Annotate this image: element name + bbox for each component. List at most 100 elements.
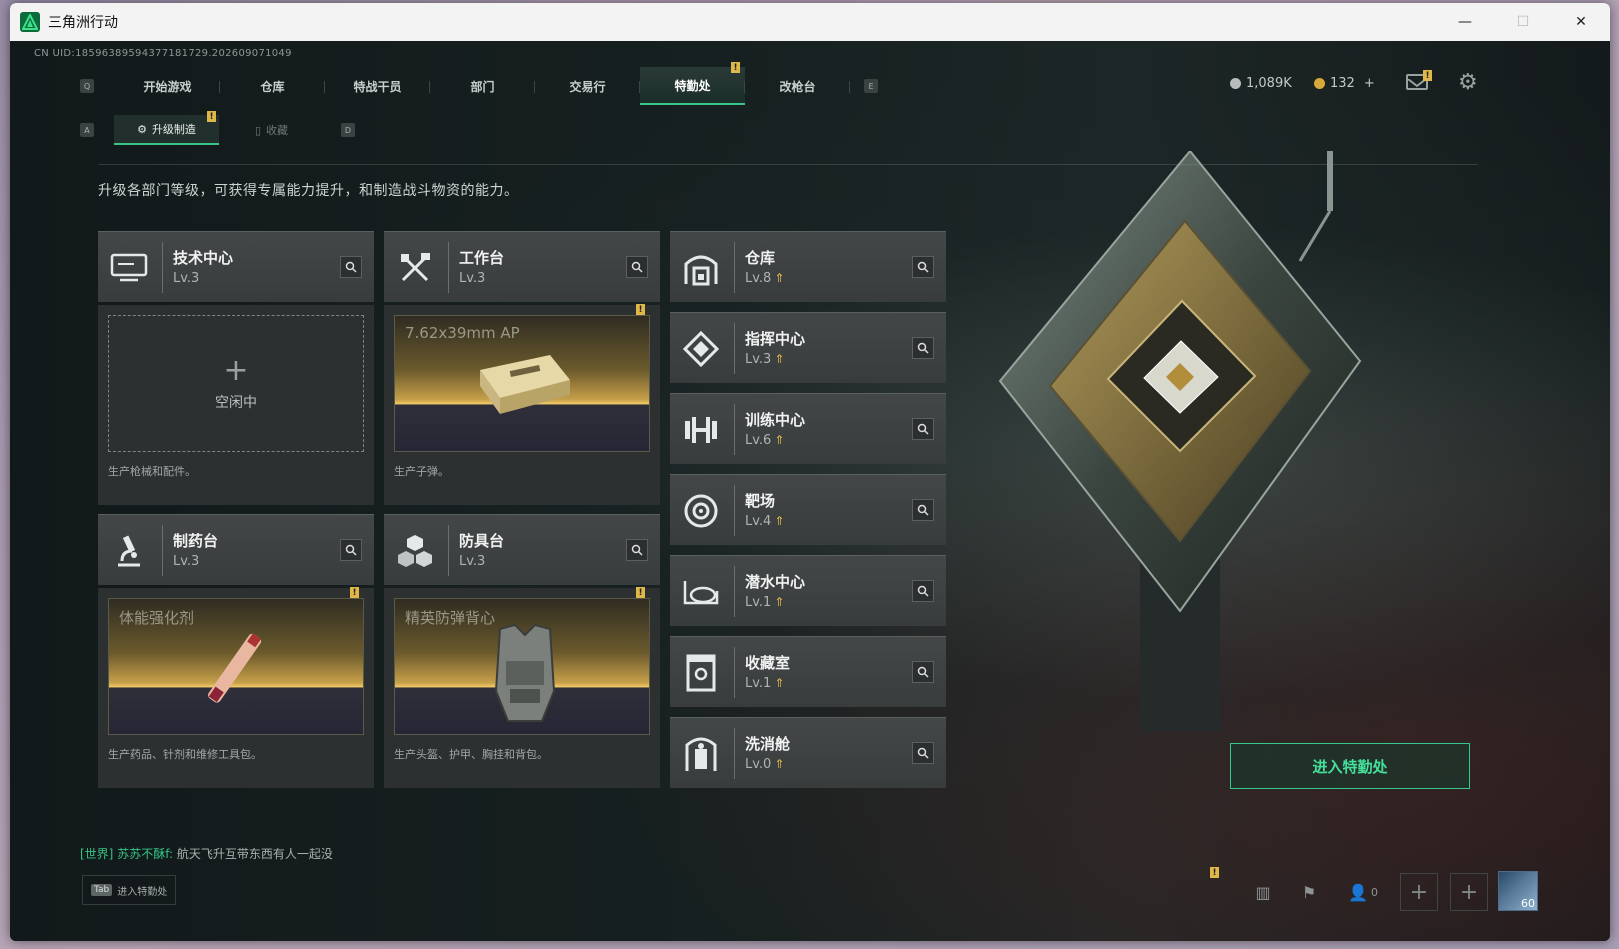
search-icon[interactable]: [912, 661, 934, 683]
stats-chart-icon[interactable]: ▥: [1246, 875, 1280, 909]
crafting-item-name: 体能强化剂: [119, 609, 195, 627]
tab-shortcut-hint[interactable]: Tab 进入特勤处: [82, 875, 176, 905]
dept-card-tech-center[interactable]: 技术中心 Lv.3: [98, 231, 374, 302]
idle-text: 空闲中: [215, 394, 257, 411]
app-logo-icon: [20, 12, 40, 32]
add-slot-button-2[interactable]: +: [1450, 873, 1488, 911]
tab-gunsmith[interactable]: 改枪台: [745, 67, 850, 105]
crafting-item-box[interactable]: 体能强化剂: [108, 598, 364, 735]
dept-card-workbench[interactable]: 工作台 Lv.3: [384, 231, 660, 302]
search-icon[interactable]: [912, 418, 934, 440]
production-slot-workbench[interactable]: 7.62x39mm AP ! 生产子弹。: [384, 304, 660, 505]
sub-nav: ⚙ 升级制造 ▯ 收藏: [114, 115, 324, 145]
target-icon: [680, 490, 722, 532]
vest-icon: [494, 623, 556, 722]
upgrade-arrow-icon: ⇑: [774, 271, 785, 285]
add-currency-button[interactable]: +: [1364, 76, 1375, 91]
dept-card-collection-room[interactable]: 收藏室 Lv.1 ⇑: [670, 636, 946, 707]
idle-slot[interactable]: + 空闲中: [108, 315, 364, 452]
upgrade-arrow-icon: ⇑: [774, 757, 785, 771]
plus-icon: +: [223, 352, 249, 388]
search-icon[interactable]: [626, 256, 648, 278]
subtab-upgrade-craft[interactable]: ⚙ 升级制造: [114, 115, 219, 145]
maximize-button[interactable]: ☐: [1494, 3, 1552, 41]
dept-level: Lv.3: [459, 271, 486, 286]
collection-icon: [680, 652, 722, 694]
monitor-icon: [108, 247, 150, 289]
warehouse-icon: [680, 247, 722, 289]
search-icon[interactable]: [340, 256, 362, 278]
search-icon[interactable]: [912, 256, 934, 278]
chat-sender[interactable]: 苏苏不酥f:: [117, 847, 173, 861]
dept-name: 仓库: [745, 249, 776, 267]
close-button[interactable]: ✕: [1552, 3, 1610, 41]
subtab-collection[interactable]: ▯ 收藏: [219, 115, 324, 145]
dept-name: 防具台: [459, 532, 505, 550]
chat-channel: [世界]: [80, 847, 114, 861]
search-icon[interactable]: [912, 742, 934, 764]
silver-amount: 1,089K: [1246, 76, 1292, 91]
syringe-icon: [208, 633, 262, 703]
settings-gear-icon[interactable]: ⚙: [1458, 71, 1482, 95]
friends-icon[interactable]: 👤 0: [1338, 875, 1388, 909]
chat-message: 航天飞升互带东西有人一起没: [176, 847, 333, 861]
dept-card-training-center[interactable]: 训练中心 Lv.6 ⇑: [670, 393, 946, 464]
search-icon[interactable]: [912, 580, 934, 602]
bottom-toolbar: ▥ ⚑ 👤 0 + +: [1246, 873, 1488, 911]
ready-badge: !: [636, 304, 645, 315]
dept-name: 收藏室: [745, 654, 791, 672]
production-slot-tech-center[interactable]: + 空闲中 生产枪械和配件。: [98, 305, 374, 505]
command-icon: [680, 328, 722, 370]
minimize-button[interactable]: —: [1436, 3, 1494, 41]
gold-currency[interactable]: 132 +: [1314, 76, 1375, 91]
dept-card-storage[interactable]: 仓库 Lv.8 ⇑: [670, 231, 946, 302]
tab-hint-label: 进入特勤处: [117, 886, 168, 898]
search-icon[interactable]: [626, 539, 648, 561]
crafting-item-box[interactable]: 7.62x39mm AP: [394, 315, 650, 452]
decon-icon: [680, 733, 722, 775]
production-caption: 生产药品、针剂和维修工具包。: [108, 748, 262, 761]
search-icon[interactable]: [912, 499, 934, 521]
flag-icon[interactable]: ⚑: [1292, 875, 1326, 909]
upgrade-arrow-icon: ⇑: [774, 595, 785, 609]
diving-mask-icon: [680, 571, 722, 613]
crafting-item-box[interactable]: 精英防弹背心: [394, 598, 650, 735]
search-icon[interactable]: [912, 337, 934, 359]
tab-operators[interactable]: 特战干员: [325, 67, 430, 105]
title-bar: 三角洲行动 — ☐ ✕: [10, 3, 1610, 41]
tab-start-game[interactable]: 开始游戏: [115, 67, 220, 105]
mail-alert-badge: !: [1423, 70, 1432, 81]
add-slot-button-1[interactable]: +: [1400, 873, 1438, 911]
dept-card-decon-chamber[interactable]: 洗消舱 Lv.0 ⇑: [670, 717, 946, 788]
tab-special-ops[interactable]: 特勤处: [640, 67, 745, 105]
upgrade-alert-badge: !: [207, 111, 216, 122]
tab-department[interactable]: 部门: [430, 67, 535, 105]
dept-level: Lv.3: [173, 271, 200, 286]
special-ops-hologram: [998, 151, 1362, 731]
dept-card-pharmacy[interactable]: 制药台 Lv.3: [98, 514, 374, 585]
production-caption: 生产子弹。: [394, 465, 449, 478]
tab-warehouse[interactable]: 仓库: [220, 67, 325, 105]
tab-market[interactable]: 交易行: [535, 67, 640, 105]
dept-card-diving-center[interactable]: 潜水中心 Lv.1 ⇑: [670, 555, 946, 626]
enter-special-ops-button[interactable]: 进入特勤处: [1230, 743, 1470, 789]
dept-level: Lv.4: [745, 514, 772, 529]
player-avatar[interactable]: 60: [1498, 871, 1538, 911]
crafting-item-name: 7.62x39mm AP: [405, 324, 520, 342]
production-caption: 生产枪械和配件。: [108, 465, 196, 478]
friends-count: 0: [1370, 885, 1378, 899]
ammo-box-icon: [480, 355, 570, 414]
gold-amount: 132: [1330, 76, 1355, 91]
production-slot-pharmacy[interactable]: 体能强化剂 ! 生产药品、针剂和维修工具包。: [98, 587, 374, 788]
subtab-collection-label: 收藏: [266, 124, 289, 137]
dumbbell-icon: [680, 409, 722, 451]
search-icon[interactable]: [340, 539, 362, 561]
chat-line[interactable]: [世界] 苏苏不酥f: 航天飞升互带东西有人一起没: [80, 845, 333, 862]
dept-card-shooting-range[interactable]: 靶场 Lv.4 ⇑: [670, 474, 946, 545]
dept-card-armor[interactable]: 防具台 Lv.3: [384, 514, 660, 585]
dept-level: Lv.3: [459, 554, 486, 569]
dept-card-command-center[interactable]: 指挥中心 Lv.3 ⇑: [670, 312, 946, 383]
dept-level: Lv.8: [745, 271, 772, 286]
dept-name: 工作台: [459, 249, 505, 267]
production-slot-armor[interactable]: 精英防弹背心 ! 生产头盔、护甲、胸挂和背包。: [384, 587, 660, 788]
